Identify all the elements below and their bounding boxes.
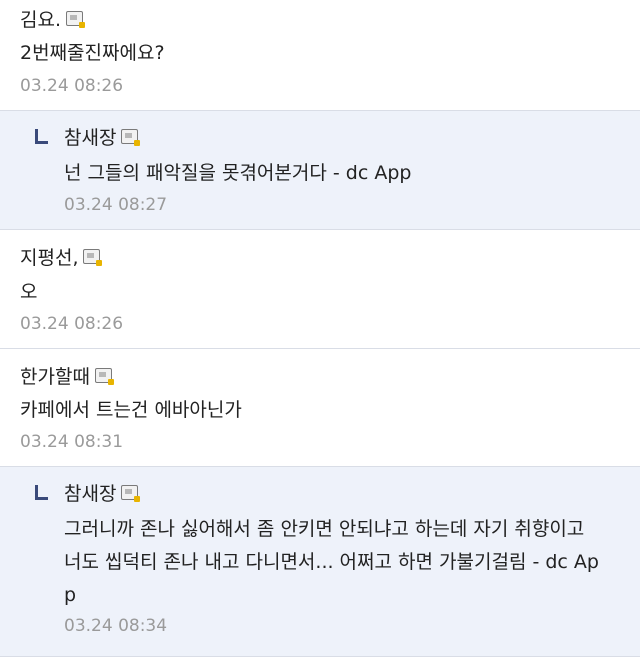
comment-date: 03.24 08:26 bbox=[20, 76, 124, 96]
comment-text-line: p bbox=[64, 584, 77, 606]
comment-text: 카페에서 트는건 에바아닌가 bbox=[20, 399, 242, 421]
comment-text: 오 bbox=[20, 281, 38, 303]
member-badge-icon bbox=[83, 249, 103, 266]
member-badge-icon bbox=[121, 485, 141, 502]
nickname[interactable]: 김요. bbox=[20, 5, 61, 32]
comment-author[interactable]: 지평선, bbox=[20, 243, 103, 270]
member-badge-icon bbox=[94, 368, 114, 385]
nickname[interactable]: 한가할때 bbox=[20, 362, 90, 389]
nickname[interactable]: 참새장 bbox=[64, 479, 116, 506]
reply-arrow-icon bbox=[35, 129, 48, 144]
comment-item: 지평선, 오 03.24 08:26 bbox=[0, 230, 640, 349]
comment-author[interactable]: 한가할때 bbox=[20, 362, 114, 389]
comment-date: 03.24 08:26 bbox=[20, 314, 124, 334]
comment-text-line: 그러니까 존나 싫어해서 좀 안키면 안되냐고 하는데 자기 취향이고 bbox=[64, 518, 585, 540]
comment-text: 2번째줄진짜에요? bbox=[20, 42, 165, 64]
comment-item: 김요. 2번째줄진짜에요? 03.24 08:26 bbox=[0, 0, 640, 111]
reply-arrow-icon bbox=[35, 485, 48, 500]
nickname[interactable]: 지평선, bbox=[20, 243, 78, 270]
comment-text: 넌 그들의 패악질을 못겪어본거다 - dc App bbox=[64, 162, 412, 184]
comment-list: 김요. 2번째줄진짜에요? 03.24 08:26 참새장 넌 그들의 패악질을… bbox=[0, 0, 640, 657]
comment-date: 03.24 08:31 bbox=[20, 432, 124, 452]
reply-item: 참새장 그러니까 존나 싫어해서 좀 안키면 안되냐고 하는데 자기 취향이고 … bbox=[0, 467, 640, 657]
comment-author[interactable]: 김요. bbox=[20, 5, 85, 32]
comment-item: 한가할때 카페에서 트는건 에바아닌가 03.24 08:31 bbox=[0, 349, 640, 467]
comment-author[interactable]: 참새장 bbox=[64, 123, 141, 150]
comment-date: 03.24 08:27 bbox=[64, 195, 168, 215]
comment-author[interactable]: 참새장 bbox=[64, 479, 141, 506]
comment-date: 03.24 08:34 bbox=[64, 616, 168, 636]
reply-item: 참새장 넌 그들의 패악질을 못겪어본거다 - dc App 03.24 08:… bbox=[0, 111, 640, 230]
member-badge-icon bbox=[66, 11, 85, 28]
nickname[interactable]: 참새장 bbox=[64, 123, 116, 150]
comment-text-line: 너도 씹덕티 존나 내고 다니면서... 어쩌고 하면 가불기걸림 - dc A… bbox=[64, 551, 599, 573]
member-badge-icon bbox=[121, 129, 141, 146]
